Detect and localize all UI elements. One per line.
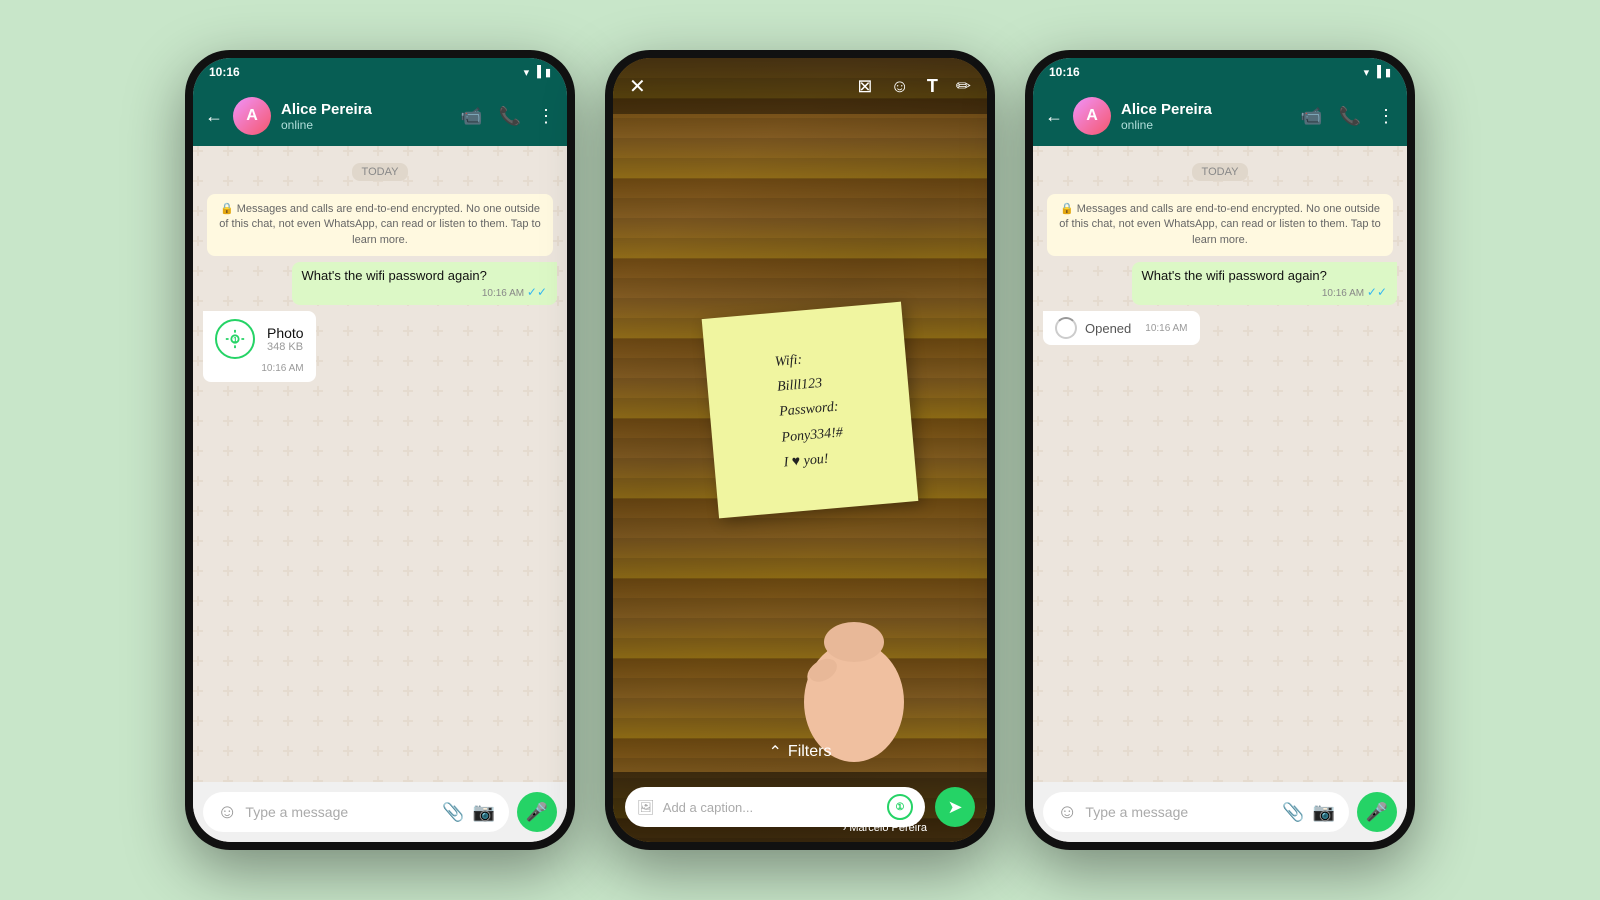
date-badge-right: TODAY (1192, 162, 1249, 180)
recipient-name: Marcelo Pereira (849, 822, 927, 834)
media-background: Wifi: Billl123 Password: Pony334!# I ♥ y… (613, 58, 987, 842)
caption-placeholder: Add a caption... (663, 800, 879, 815)
avatar-left: A (233, 97, 271, 135)
mic-icon-right: 🎤 (1366, 802, 1388, 823)
message-placeholder-right: Type a message (1085, 804, 1274, 820)
mic-icon-left: 🎤 (526, 802, 548, 823)
encryption-notice-right[interactable]: 🔒 Messages and calls are end-to-end encr… (1047, 194, 1393, 256)
message-placeholder-left: Type a message (245, 804, 434, 820)
voice-call-icon-left[interactable]: 📞 (499, 106, 521, 127)
signal-icon: ▐ (533, 66, 541, 78)
filters-button[interactable]: ⌃ Filters (769, 742, 832, 762)
encryption-notice-left[interactable]: 🔒 Messages and calls are end-to-end encr… (207, 194, 553, 256)
opened-message-right: Opened 10:16 AM (1043, 311, 1200, 345)
opened-spinner (1055, 317, 1077, 339)
mic-button-right[interactable]: 🎤 (1357, 792, 1397, 832)
camera-icon-right[interactable]: 📷 (1313, 802, 1335, 823)
more-options-icon-left[interactable]: ⋮ (537, 106, 555, 127)
opened-label: Opened (1085, 321, 1131, 336)
back-button-left[interactable]: ← (205, 106, 223, 127)
mic-button-left[interactable]: 🎤 (517, 792, 557, 832)
chat-body-left: TODAY 🔒 Messages and calls are end-to-en… (193, 146, 567, 782)
contact-name-right: Alice Pereira (1121, 101, 1290, 118)
outgoing-message-right: What's the wifi password again? 10:16 AM… (1132, 262, 1398, 305)
more-options-icon-right[interactable]: ⋮ (1377, 106, 1395, 127)
wifi-icon: ▾ (524, 66, 530, 79)
status-icons-right: ▾ ▐ ▮ (1364, 66, 1391, 79)
avatar-right: A (1073, 97, 1111, 135)
message-input-right[interactable]: ☺ Type a message 📎 📷 (1043, 792, 1349, 832)
header-actions-right: 📹 📞 ⋮ (1300, 106, 1395, 127)
attachment-icon-left[interactable]: 📎 (442, 802, 464, 823)
attachment-icon-right[interactable]: 📎 (1282, 802, 1304, 823)
input-bar-right: ☺ Type a message 📎 📷 🎤 (1033, 782, 1407, 842)
photo-info: Photo 348 KB (267, 325, 304, 353)
contact-info-right: Alice Pereira online (1121, 101, 1290, 132)
camera-icon-left[interactable]: 📷 (473, 802, 495, 823)
photo-size: 348 KB (267, 341, 304, 353)
message-text-left: What's the wifi password again? (302, 268, 487, 283)
send-icon: ➤ (947, 797, 962, 818)
chat-body-right: TODAY 🔒 Messages and calls are end-to-en… (1033, 146, 1407, 782)
emoji-icon-left[interactable]: ☺ (217, 801, 237, 824)
chevron-up-icon: ⌃ (769, 742, 782, 762)
input-bar-left: ☺ Type a message 📎 📷 🎤 (193, 782, 567, 842)
filters-label: Filters (788, 743, 832, 761)
phone-right: 10:16 ▾ ▐ ▮ ← A Alice Pereira online 📹 📞… (1025, 50, 1415, 850)
double-tick-left: ✓✓ (527, 285, 547, 299)
message-text-right: What's the wifi password again? (1142, 268, 1327, 283)
hand-svg (764, 502, 944, 762)
emoji-icon-right[interactable]: ☺ (1057, 801, 1077, 824)
phone-left: 10:16 ▾ ▐ ▮ ← A Alice Pereira online 📹 📞… (185, 50, 575, 850)
status-bar-left: 10:16 ▾ ▐ ▮ (193, 58, 567, 86)
status-time-left: 10:16 (209, 65, 240, 79)
chat-header-right: ← A Alice Pereira online 📹 📞 ⋮ (1033, 86, 1407, 146)
photo-time-left: 10:16 AM (215, 363, 304, 374)
svg-text:1: 1 (233, 335, 237, 344)
sticky-note: Wifi: Billl123 Password: Pony334!# I ♥ y… (702, 302, 919, 519)
contact-status-right: online (1121, 118, 1290, 132)
caption-bar: 🖼 Add a caption... ① ➤ › Marcelo Pereira (613, 772, 987, 842)
contact-info-left: Alice Pereira online (281, 101, 450, 132)
opened-time-right: 10:16 AM (1145, 323, 1187, 334)
chevron-right-icon: › (843, 822, 847, 834)
sticky-note-content: Wifi: Billl123 Password: Pony334!# I ♥ y… (774, 345, 846, 476)
photo-icon: 1 (215, 319, 255, 359)
one-time-icon: ① (896, 802, 905, 813)
message-time-left: 10:16 AM ✓✓ (482, 285, 547, 299)
message-time-right: 10:16 AM ✓✓ (1322, 285, 1387, 299)
contact-status-left: online (281, 118, 450, 132)
double-tick-right: ✓✓ (1367, 285, 1387, 299)
wifi-icon-right: ▾ (1364, 66, 1370, 79)
header-actions-left: 📹 📞 ⋮ (460, 106, 555, 127)
image-icon: 🖼 (637, 799, 655, 816)
send-button[interactable]: ➤ (935, 787, 975, 827)
video-call-icon-right[interactable]: 📹 (1300, 106, 1322, 127)
outgoing-message-left: What's the wifi password again? 10:16 AM… (292, 262, 558, 305)
signal-icon-right: ▐ (1373, 66, 1381, 78)
status-bar-middle (613, 58, 987, 82)
chat-header-left: ← A Alice Pereira online 📹 📞 ⋮ (193, 86, 567, 146)
one-time-badge: ① (887, 794, 913, 820)
status-icons-left: ▾ ▐ ▮ (524, 66, 551, 79)
status-time-right: 10:16 (1049, 65, 1080, 79)
status-bar-right: 10:16 ▾ ▐ ▮ (1033, 58, 1407, 86)
voice-call-icon-right[interactable]: 📞 (1339, 106, 1361, 127)
battery-icon-right: ▮ (1385, 66, 1391, 79)
contact-name-left: Alice Pereira (281, 101, 450, 118)
battery-icon: ▮ (545, 66, 551, 79)
video-call-icon-left[interactable]: 📹 (460, 106, 482, 127)
recipient-label: › Marcelo Pereira (843, 822, 927, 834)
back-button-right[interactable]: ← (1045, 106, 1063, 127)
photo-message-left[interactable]: 1 Photo 348 KB 10:16 AM (203, 311, 316, 382)
date-badge-left: TODAY (352, 162, 409, 180)
phone-middle: Wifi: Billl123 Password: Pony334!# I ♥ y… (605, 50, 995, 850)
photo-label: Photo (267, 325, 304, 341)
photo-bubble: 1 Photo 348 KB (215, 319, 304, 359)
message-input-left[interactable]: ☺ Type a message 📎 📷 (203, 792, 509, 832)
caption-input[interactable]: 🖼 Add a caption... ① (625, 787, 925, 827)
filters-bar: ⌃ Filters (613, 742, 987, 762)
